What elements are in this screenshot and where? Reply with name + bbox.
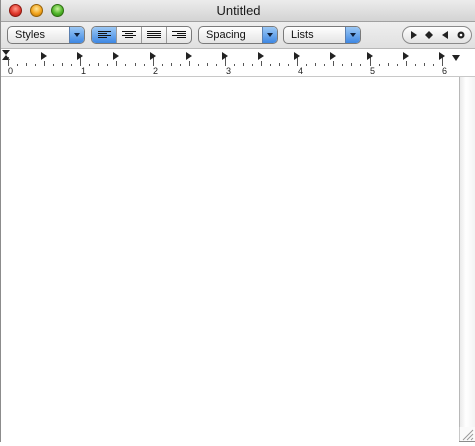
- resize-handle[interactable]: [459, 427, 475, 441]
- title-bar[interactable]: Untitled: [1, 0, 475, 22]
- ruler-label: 6: [442, 66, 448, 76]
- ruler-tick: [62, 63, 63, 66]
- ruler[interactable]: 0 1 2 3 4 5 6: [1, 49, 475, 77]
- ruler-tick: [279, 63, 280, 66]
- ruler-label: 3: [226, 66, 232, 76]
- ruler-tick: [116, 61, 117, 66]
- tab-stop-marker[interactable]: [330, 52, 336, 60]
- ruler-tick: [243, 63, 244, 66]
- ruler-tick: [234, 64, 235, 66]
- ruler-tick: [89, 64, 90, 66]
- format-toolbar: Styles Spacing Lists: [1, 22, 475, 49]
- window-title: Untitled: [216, 3, 261, 18]
- tab-stop-marker[interactable]: [367, 52, 373, 60]
- ruler-label: 2: [153, 66, 159, 76]
- vertical-scrollbar[interactable]: [459, 77, 475, 427]
- ruler-tick: [171, 63, 172, 66]
- ruler-label: 4: [298, 66, 304, 76]
- tab-stop-marker[interactable]: [294, 52, 300, 60]
- ruler-label: 1: [81, 66, 87, 76]
- ruler-tick: [198, 64, 199, 66]
- ruler-tick: [261, 61, 262, 66]
- ruler-label: 5: [370, 66, 376, 76]
- tab-stop-marker[interactable]: [150, 52, 156, 60]
- spacing-popup[interactable]: Spacing: [198, 26, 278, 44]
- ruler-label: 0: [8, 66, 14, 76]
- spacing-label: Spacing: [206, 29, 246, 41]
- popup-arrow-icon: [262, 27, 277, 43]
- document-window: Untitled Styles Spacing Lists 0 1 2 3 4 …: [0, 0, 475, 442]
- ruler-tick: [306, 64, 307, 66]
- ruler-tick: [135, 63, 136, 66]
- popup-arrow-icon: [69, 27, 84, 43]
- styles-label: Styles: [15, 29, 45, 41]
- ruler-tick: [207, 63, 208, 66]
- ruler-tick: [162, 64, 163, 66]
- styles-popup[interactable]: Styles: [7, 26, 85, 44]
- tab-stop-control: [402, 26, 472, 44]
- ruler-tick: [144, 64, 145, 66]
- ruler-tick: [26, 63, 27, 66]
- resize-grip-icon: [462, 429, 474, 441]
- ruler-tick: [415, 64, 416, 66]
- center-tab-icon[interactable]: [424, 30, 434, 40]
- ruler-tick: [53, 64, 54, 66]
- ruler-tick: [342, 64, 343, 66]
- text-editing-area[interactable]: [1, 77, 459, 442]
- tab-stop-marker[interactable]: [258, 52, 264, 60]
- tab-stop-marker[interactable]: [186, 52, 192, 60]
- ruler-tick: [44, 61, 45, 66]
- tab-stop-marker[interactable]: [439, 52, 445, 60]
- align-left-button[interactable]: [92, 27, 116, 43]
- ruler-tick: [17, 64, 18, 66]
- tab-stop-marker[interactable]: [77, 52, 83, 60]
- ruler-tick: [125, 64, 126, 66]
- ruler-tick: [107, 64, 108, 66]
- lists-popup[interactable]: Lists: [283, 26, 361, 44]
- right-tab-icon[interactable]: [409, 30, 419, 40]
- tab-stop-marker[interactable]: [113, 52, 119, 60]
- ruler-tick: [71, 64, 72, 66]
- alignment-control: [91, 26, 192, 44]
- left-tab-icon[interactable]: [440, 30, 450, 40]
- tab-stop-marker[interactable]: [41, 52, 47, 60]
- popup-arrow-icon: [345, 27, 360, 43]
- ruler-tick: [35, 64, 36, 66]
- ruler-tick: [351, 63, 352, 66]
- tab-stop-marker[interactable]: [403, 52, 409, 60]
- align-justify-button[interactable]: [141, 27, 166, 43]
- tab-stop-marker[interactable]: [222, 52, 228, 60]
- ruler-tick: [252, 64, 253, 66]
- ruler-tick: [270, 64, 271, 66]
- ruler-tick: [98, 63, 99, 66]
- ruler-tick: [324, 64, 325, 66]
- decimal-tab-icon[interactable]: [456, 30, 466, 40]
- right-margin-marker[interactable]: [452, 55, 460, 61]
- ruler-tick: [360, 64, 361, 66]
- ruler-tick: [406, 61, 407, 66]
- ruler-tick: [379, 64, 380, 66]
- ruler-tick: [180, 64, 181, 66]
- ruler-tick: [8, 57, 9, 66]
- align-center-button[interactable]: [116, 27, 141, 43]
- ruler-tick: [333, 61, 334, 66]
- ruler-tick: [288, 64, 289, 66]
- ruler-tick: [424, 63, 425, 66]
- align-right-button[interactable]: [166, 27, 191, 43]
- ruler-tick: [388, 63, 389, 66]
- ruler-tick: [315, 63, 316, 66]
- ruler-tick: [216, 64, 217, 66]
- ruler-tick: [397, 64, 398, 66]
- ruler-tick: [189, 61, 190, 66]
- lists-label: Lists: [291, 29, 314, 41]
- ruler-tick: [433, 64, 434, 66]
